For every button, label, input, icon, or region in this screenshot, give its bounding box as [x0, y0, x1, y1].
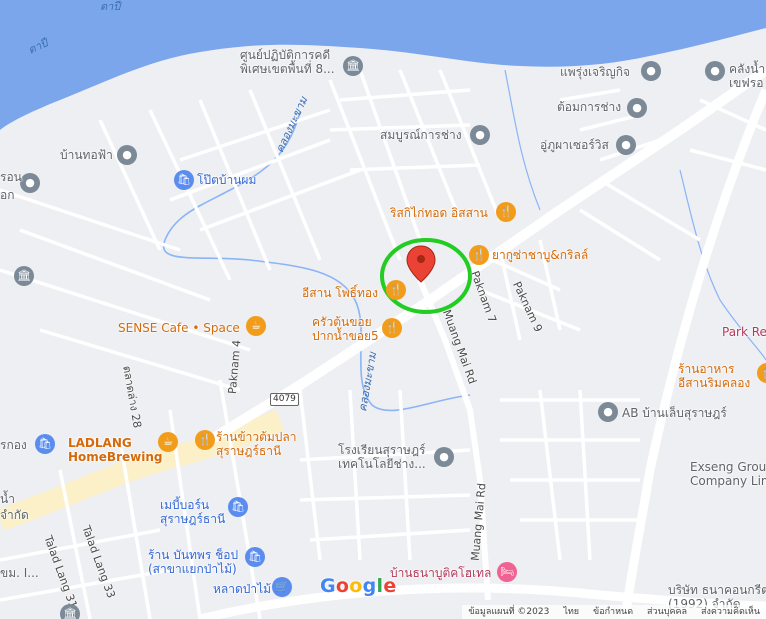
cafe-icon[interactable]: ☕ — [246, 316, 266, 336]
tomkarnchang-label[interactable]: ต้อมการช่าง — [557, 100, 621, 114]
laopamai-label[interactable]: หลาดป่าไม้ — [213, 582, 271, 596]
place-pin-icon[interactable]: ● — [598, 402, 618, 422]
bantanapu-label[interactable]: บ้านธนาบูติคโฮเทล — [390, 566, 491, 580]
sense-label[interactable]: SENSE Cafe • Space — [118, 321, 240, 335]
restaurant-icon[interactable]: 🍴 — [469, 245, 489, 265]
river-label: ตาปี — [100, 0, 121, 13]
government-building-icon[interactable]: 🏛 — [14, 266, 34, 286]
hotel-icon[interactable]: 🛏 — [497, 562, 517, 582]
pharuengcharoen-label[interactable]: แพรุ่งเจริญกิจ — [560, 65, 630, 79]
left-edge-label-3[interactable]: รกอง — [0, 438, 27, 452]
ranbunthop-label[interactable]: ร้าน บันทพร ช็อป (สาขาแยกป่าไม้) — [148, 548, 238, 576]
place-pin-icon[interactable]: ● — [705, 61, 725, 81]
restaurant-icon[interactable]: 🍴 — [386, 280, 406, 300]
government-building-icon[interactable]: 🏛 — [343, 56, 363, 76]
language-link[interactable]: ไทย — [563, 605, 579, 619]
left-edge-label-2[interactable]: อก — [0, 188, 14, 202]
main-road-vertical — [620, 88, 766, 619]
place-pin-icon[interactable]: ● — [434, 447, 454, 467]
restaurant-icon[interactable]: 🍴 — [195, 430, 215, 450]
somboon-label[interactable]: สมบูรณ์การช่าง — [380, 128, 462, 142]
left-edge-label-4[interactable]: น้ำ — [0, 492, 15, 506]
banthofa-label[interactable]: บ้านทอฟ้า — [60, 148, 113, 162]
court-label[interactable]: ศูนย์ปฏิบัติการคดี พิเศษเขตพื้นที่ 8... — [240, 48, 335, 76]
shopping-icon[interactable]: 🛍 — [174, 170, 194, 190]
privacy-link[interactable]: ส่วนบุคคล — [647, 605, 687, 619]
route-shield: 4079 — [270, 393, 299, 406]
khruaton-label[interactable]: ครัวต้นขอย ปากน้ำขอย5 — [312, 315, 379, 343]
shopping-icon[interactable]: 🛍 — [35, 434, 55, 454]
rankhao-label[interactable]: ร้านข้าวต้มปลา สุราษฎร์ธานี — [216, 430, 296, 458]
ab-label[interactable]: AB บ้านเล็บสุราษฎร์ — [622, 406, 727, 420]
place-pin-icon[interactable]: ● — [20, 173, 40, 193]
left-edge-label-6[interactable]: ขม. I... — [0, 566, 39, 580]
exseng-label[interactable]: Exseng Group 19Company Limit — [690, 460, 766, 488]
google-logo: Google — [320, 575, 397, 597]
government-building-icon[interactable]: 🏛 — [60, 604, 80, 619]
autopha-label[interactable]: อู่ภูผาเซอร์วิส — [540, 138, 609, 152]
place-pin-icon[interactable]: ● — [616, 135, 636, 155]
shopping-icon[interactable]: 🛍 — [228, 497, 248, 517]
ranahan-label[interactable]: ร้านอาหาร อีสานริมคลอง — [678, 362, 750, 390]
left-edge-label-1[interactable]: รอน — [0, 170, 22, 184]
restaurant-icon[interactable]: 🍴 — [496, 202, 516, 222]
terms-link[interactable]: ข้อกำหนด — [593, 605, 633, 619]
place-pin-icon[interactable]: ● — [117, 145, 137, 165]
place-pin-icon[interactable]: ● — [470, 125, 490, 145]
feedback-link[interactable]: ส่งความคิดเห็น — [701, 605, 760, 619]
shopping-icon[interactable]: 🛍 — [245, 547, 265, 567]
parkre-label[interactable]: Park Re — [722, 325, 766, 339]
left-edge-label-5[interactable]: จำกัด — [0, 508, 29, 522]
market-icon[interactable]: 🛒 — [272, 577, 292, 597]
map-base-layer — [0, 0, 766, 619]
mebiron-label[interactable]: เมบี้บอร์น สุราษฎร์ธานี — [160, 498, 225, 526]
map-view[interactable]: ตาปี ตาปี คลองมะขาม คลองมะขาม Paknam 7 P… — [0, 0, 766, 619]
school-label[interactable]: โรงเรียนสุราษฎร์ เทคโนโลยีช่าง... — [338, 443, 426, 471]
yakushabu-label[interactable]: ยากูซ่าชาบู&กริลล์ — [492, 248, 588, 262]
restaurant-icon[interactable]: 🍴 — [382, 318, 402, 338]
potaban-label[interactable]: โป๊ตบ้านผม — [197, 173, 256, 187]
place-pin-icon[interactable]: ● — [627, 98, 647, 118]
khlong-canal-2 — [504, 69, 541, 211]
khlangnam-label[interactable]: คลังน้ำ เขฟรอ — [729, 62, 765, 90]
red-location-pin-icon[interactable] — [406, 245, 436, 283]
map-footer: ข้อมูลแผนที่ ©2023 ไทย ข้อกำหนด ส่วนบุคค… — [462, 605, 766, 619]
map-data-attribution: ข้อมูลแผนที่ ©2023 — [468, 607, 550, 617]
place-pin-icon[interactable]: ● — [641, 61, 661, 81]
ladlang-label[interactable]: LADLANG HomeBrewing — [68, 436, 162, 464]
risikaitod-label[interactable]: ริสกิไก่ทอด อิสสาน — [390, 206, 488, 220]
isanpho-label[interactable]: อีสาน โพธิ์ทอง — [302, 286, 378, 300]
